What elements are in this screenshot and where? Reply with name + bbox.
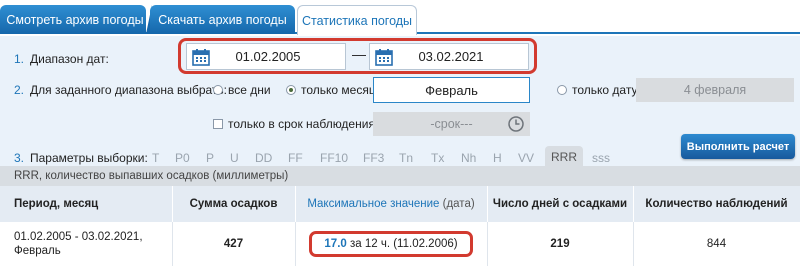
param-tn[interactable]: Tn bbox=[399, 151, 413, 165]
header-max-main: Максимальное значение bbox=[307, 198, 440, 210]
date-select-value: 4 февраля bbox=[683, 83, 747, 97]
cell-sum: 427 bbox=[172, 222, 296, 266]
header-max: Максимальное значение (дата) bbox=[295, 186, 488, 222]
table-row: 01.02.2005 - 03.02.2021, Февраль 427 17.… bbox=[0, 222, 800, 266]
max-value-highlight: 17.0 за 12 ч. (11.02.2006) bbox=[309, 231, 473, 257]
radio-only-month-label: только месяц bbox=[301, 83, 376, 97]
cell-days: 219 bbox=[487, 222, 634, 266]
param-h[interactable]: H bbox=[493, 151, 502, 165]
params-label: Параметры выборки: bbox=[30, 151, 148, 165]
tab-view-archive[interactable]: Смотреть архив погоды bbox=[0, 5, 146, 34]
tab-download-archive[interactable]: Скачать архив погоды bbox=[150, 5, 295, 34]
header-days: Число дней с осадками bbox=[487, 186, 634, 222]
tab-bar: Смотреть архив погоды Скачать архив пого… bbox=[0, 0, 800, 35]
obs-time-select-disabled: -срок--- bbox=[373, 112, 530, 136]
max-value-detail: за 12 ч. (11.02.2006) bbox=[350, 238, 458, 250]
radio-only-month[interactable] bbox=[286, 85, 296, 95]
cell-max: 17.0 за 12 ч. (11.02.2006) bbox=[295, 222, 488, 266]
param-dd[interactable]: DD bbox=[255, 151, 272, 165]
radio-all-days-label: все дни bbox=[228, 83, 271, 97]
date-to-value: 03.02.2021 bbox=[418, 49, 484, 64]
radio-all-days[interactable] bbox=[213, 85, 223, 95]
selection-label: Для заданного диапазона выбрать: bbox=[30, 83, 227, 97]
cell-period-month: Февраль bbox=[14, 245, 61, 257]
calendar-icon[interactable] bbox=[191, 47, 211, 67]
param-ff3[interactable]: FF3 bbox=[363, 151, 384, 165]
param-tx[interactable]: Tx bbox=[431, 151, 444, 165]
calendar-icon[interactable] bbox=[374, 47, 394, 67]
step-number: 1. bbox=[14, 52, 25, 66]
param-p0[interactable]: P0 bbox=[175, 151, 190, 165]
result-caption-text: RRR, количество выпавших осадков (миллим… bbox=[14, 170, 289, 182]
tab-label: Скачать архив погоды bbox=[158, 12, 287, 27]
param-rrr-active[interactable]: RRR bbox=[545, 146, 583, 168]
param-sss[interactable]: sss bbox=[592, 151, 610, 165]
cell-count: 844 bbox=[633, 222, 800, 266]
tab-label: Статистика погоды bbox=[301, 13, 413, 28]
param-nh[interactable]: Nh bbox=[461, 151, 476, 165]
header-period: Период, месяц bbox=[0, 186, 173, 222]
param-u[interactable]: U bbox=[230, 151, 239, 165]
max-value: 17.0 bbox=[324, 238, 347, 250]
table-header-row: Период, месяц Сумма осадков Максимальное… bbox=[0, 186, 800, 222]
param-ff10[interactable]: FF10 bbox=[320, 151, 348, 165]
param-p[interactable]: P bbox=[206, 151, 214, 165]
calculate-button-label: Выполнить расчет bbox=[686, 140, 790, 153]
obs-time-value: -срок--- bbox=[430, 117, 473, 131]
result-caption: RRR, количество выпавших осадков (миллим… bbox=[0, 166, 800, 186]
date-from-field[interactable]: 01.02.2005 bbox=[186, 43, 346, 70]
month-select-value: Февраль bbox=[425, 82, 478, 98]
calculate-button[interactable]: Выполнить расчет bbox=[681, 134, 795, 159]
date-separator: — bbox=[352, 46, 366, 62]
cell-period: 01.02.2005 - 03.02.2021, Февраль bbox=[0, 222, 173, 266]
param-ff[interactable]: FF bbox=[288, 151, 303, 165]
header-count: Количество наблюдений bbox=[633, 186, 800, 222]
radio-only-date[interactable] bbox=[557, 85, 567, 95]
radio-only-date-label: только дату bbox=[572, 83, 638, 97]
clock-icon bbox=[508, 116, 524, 132]
date-select-disabled: 4 февраля bbox=[636, 78, 794, 102]
date-range-label: Диапазон дат: bbox=[30, 52, 109, 66]
step-number: 3. bbox=[14, 151, 25, 165]
step-number: 2. bbox=[14, 83, 25, 97]
cell-period-range: 01.02.2005 - 03.02.2021, bbox=[14, 231, 143, 243]
param-vv[interactable]: VV bbox=[518, 151, 534, 165]
checkbox-obs-time-label: только в срок наблюдения bbox=[228, 117, 375, 131]
header-max-sub: (дата) bbox=[442, 198, 475, 210]
tab-label: Смотреть архив погоды bbox=[6, 12, 144, 27]
date-from-value: 01.02.2005 bbox=[235, 49, 301, 64]
header-sum: Сумма осадков bbox=[172, 186, 296, 222]
checkbox-obs-time[interactable] bbox=[213, 119, 223, 129]
date-to-field[interactable]: 03.02.2021 bbox=[369, 43, 529, 70]
tab-weather-statistics[interactable]: Статистика погоды bbox=[297, 5, 417, 35]
month-select[interactable]: Февраль bbox=[373, 77, 530, 103]
param-t[interactable]: T bbox=[152, 151, 159, 165]
result-table: Период, месяц Сумма осадков Максимальное… bbox=[0, 186, 800, 266]
